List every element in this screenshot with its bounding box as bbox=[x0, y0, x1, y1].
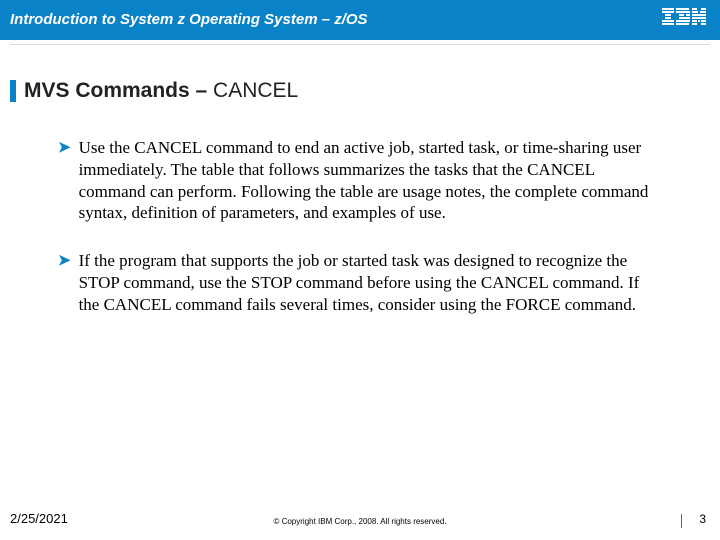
bullet-text: Use the CANCEL command to end an active … bbox=[79, 137, 662, 224]
footer-date: 2/25/2021 bbox=[10, 511, 68, 526]
list-item: ➤ If the program that supports the job o… bbox=[58, 250, 662, 315]
bullet-text: If the program that supports the job or … bbox=[79, 250, 662, 315]
slide-title: MVS Commands – CANCEL bbox=[24, 79, 298, 103]
footer: 2/25/2021 3 bbox=[0, 511, 720, 526]
bullet-arrow-icon: ➤ bbox=[58, 137, 71, 224]
title-accent-bar bbox=[10, 80, 16, 102]
content-area: ➤ Use the CANCEL command to end an activ… bbox=[0, 103, 720, 315]
header-bar: Introduction to System z Operating Syste… bbox=[0, 0, 720, 40]
slide-title-bold: MVS Commands – bbox=[24, 79, 213, 102]
header-title: Introduction to System z Operating Syste… bbox=[10, 11, 368, 28]
bullet-arrow-icon: ➤ bbox=[58, 250, 71, 315]
footer-page-number: 3 bbox=[699, 512, 706, 526]
ibm-logo bbox=[662, 8, 706, 31]
slide-title-wrap: MVS Commands – CANCEL bbox=[0, 79, 720, 103]
header-divider bbox=[10, 44, 710, 45]
list-item: ➤ Use the CANCEL command to end an activ… bbox=[58, 137, 662, 224]
slide-title-light: CANCEL bbox=[213, 79, 298, 102]
